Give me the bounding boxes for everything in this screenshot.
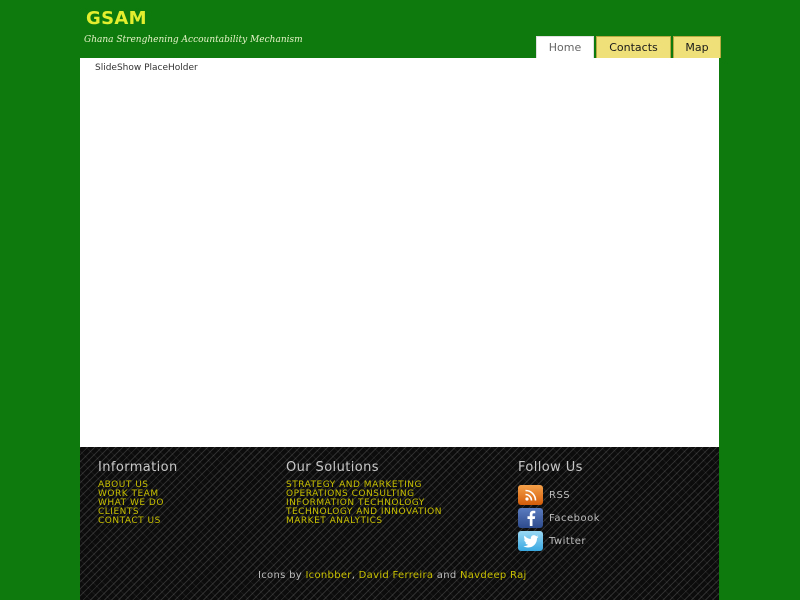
footer-link-market-analytics[interactable]: MARKET ANALYTICS: [286, 517, 442, 526]
site-logo[interactable]: GSAM: [86, 8, 147, 29]
footer-solutions-heading: Our Solutions: [286, 460, 379, 475]
main-content: SlideShow PlaceHolder: [80, 58, 719, 447]
twitter-icon: [518, 531, 543, 551]
credit-link-iconbber[interactable]: Iconbber: [305, 570, 351, 581]
tab-contacts[interactable]: Contacts: [596, 36, 671, 58]
page: GSAM Ghana Strenghening Accountability M…: [0, 0, 800, 600]
social-list: RSS Facebook Twitter: [518, 485, 600, 551]
footer-information: Information ABOUT US WORK TEAM WHAT WE D…: [98, 460, 178, 526]
credits-and: and: [433, 570, 460, 581]
social-label-twitter: Twitter: [549, 535, 587, 547]
credit-link-david-ferreira[interactable]: David Ferreira: [359, 570, 434, 581]
footer-information-links: ABOUT US WORK TEAM WHAT WE DO CLIENTS CO…: [98, 481, 178, 526]
footer-follow: Follow Us RSS Facebook Twitter: [518, 460, 600, 554]
footer-information-heading: Information: [98, 460, 178, 475]
credits-prefix: Icons by: [258, 570, 306, 581]
facebook-icon: [518, 508, 543, 528]
slideshow-placeholder: SlideShow PlaceHolder: [95, 63, 198, 73]
footer-follow-heading: Follow Us: [518, 460, 583, 475]
social-item-twitter[interactable]: Twitter: [518, 531, 600, 551]
footer-link-contact-us[interactable]: CONTACT US: [98, 517, 178, 526]
social-item-facebook[interactable]: Facebook: [518, 508, 600, 528]
rss-icon: [518, 485, 543, 505]
social-label-facebook: Facebook: [549, 512, 600, 524]
social-label-rss: RSS: [549, 489, 571, 501]
credits-separator: ,: [351, 570, 359, 581]
footer-credits: Icons by Iconbber, David Ferreira and Na…: [258, 570, 527, 581]
social-item-rss[interactable]: RSS: [518, 485, 600, 505]
site-tagline: Ghana Strenghening Accountability Mechan…: [84, 35, 303, 45]
footer-solutions-links: STRATEGY AND MARKETING OPERATIONS CONSUL…: [286, 481, 442, 526]
main-nav: Home Contacts Map: [536, 36, 721, 59]
footer-solutions: Our Solutions STRATEGY AND MARKETING OPE…: [286, 460, 442, 526]
tab-home[interactable]: Home: [536, 36, 594, 59]
tab-map[interactable]: Map: [673, 36, 721, 58]
credit-link-navdeep-raj[interactable]: Navdeep Raj: [460, 570, 527, 581]
footer: Information ABOUT US WORK TEAM WHAT WE D…: [80, 447, 719, 600]
